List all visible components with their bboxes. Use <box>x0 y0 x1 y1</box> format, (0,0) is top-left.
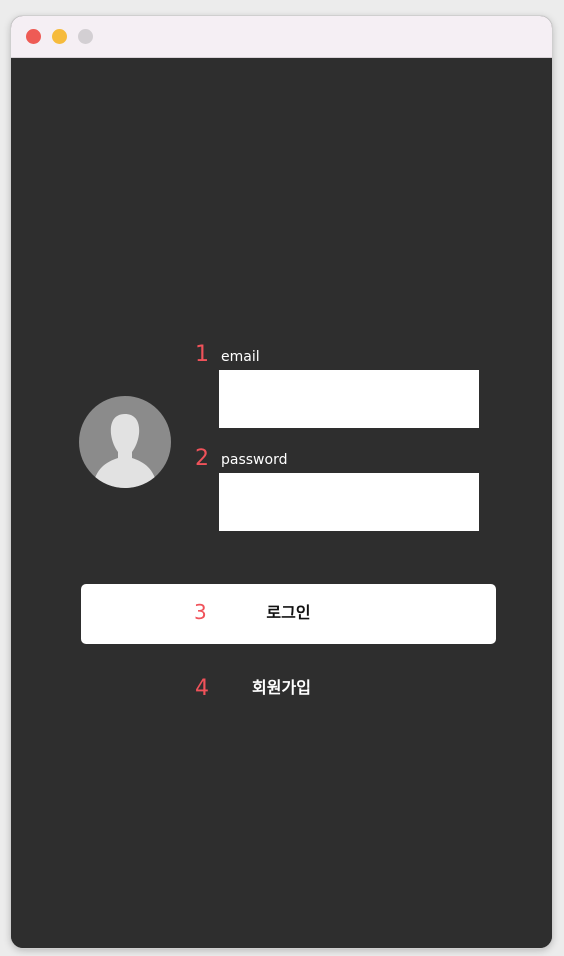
minimize-window-button[interactable] <box>52 29 67 44</box>
close-window-button[interactable] <box>26 29 41 44</box>
annotation-number-1: 1 <box>195 342 209 367</box>
maximize-window-button[interactable] <box>78 29 93 44</box>
login-panel: 1 email 2 password 3 로그인 4 회원가입 <box>11 58 552 948</box>
login-button-label: 로그인 <box>266 603 311 622</box>
login-button[interactable]: 3 로그인 <box>81 584 496 644</box>
title-bar <box>11 16 552 58</box>
user-silhouette-icon <box>92 414 158 488</box>
signup-link[interactable]: 회원가입 <box>11 678 552 698</box>
password-field[interactable] <box>219 473 479 531</box>
email-field[interactable] <box>219 370 479 428</box>
annotation-number-2: 2 <box>195 446 209 471</box>
email-label: email <box>221 349 260 365</box>
app-window: 1 email 2 password 3 로그인 4 회원가입 <box>11 16 552 948</box>
password-label: password <box>221 452 288 468</box>
avatar <box>79 396 171 488</box>
